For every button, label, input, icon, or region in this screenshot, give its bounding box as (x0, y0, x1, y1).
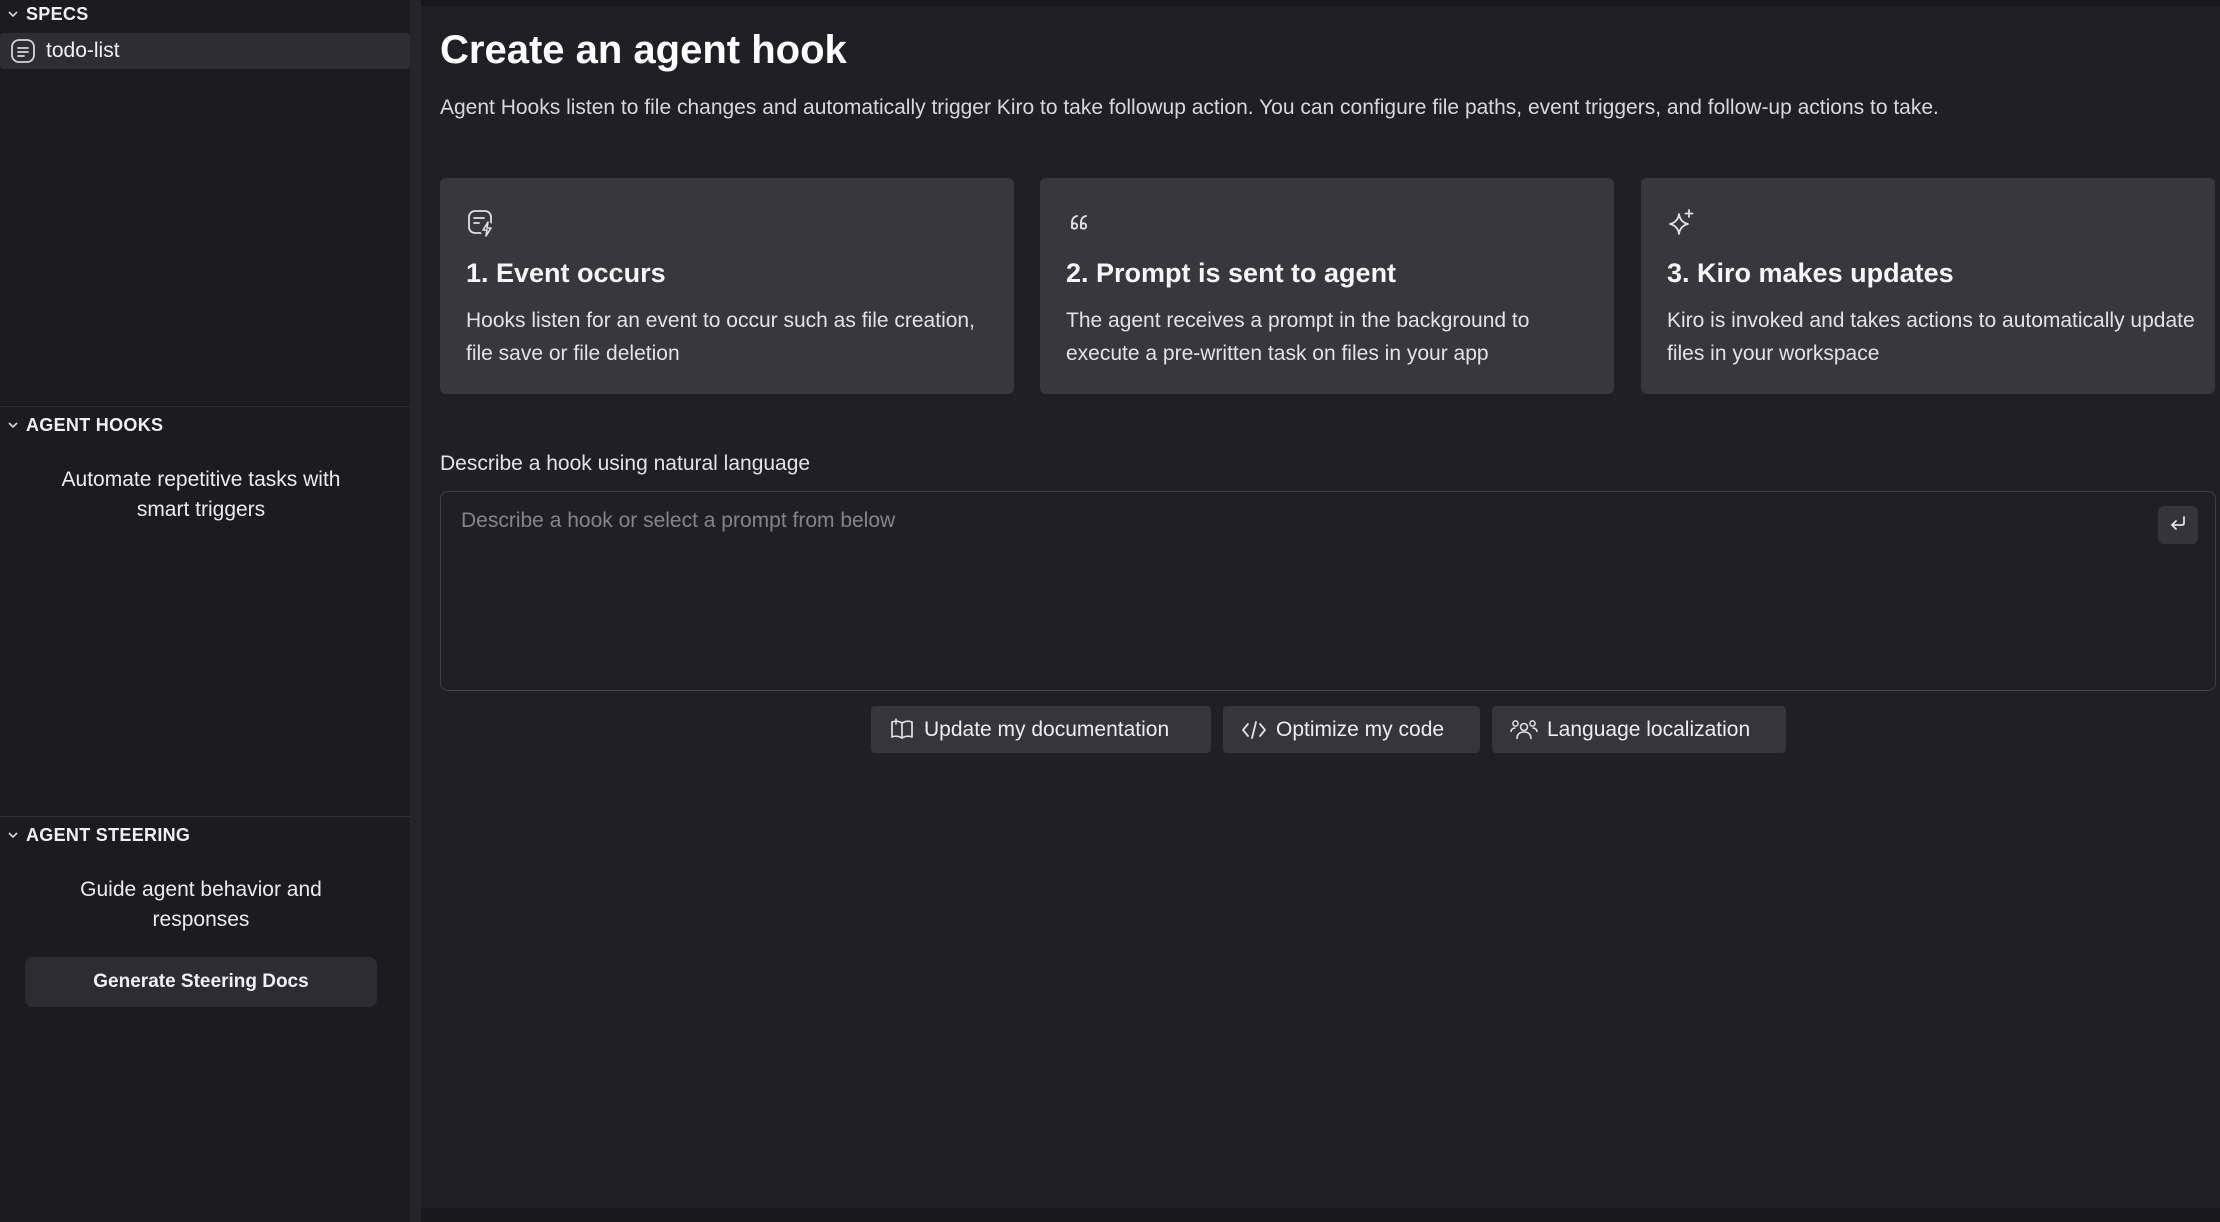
chevron-down-icon (0, 8, 26, 20)
sidebar: SPECS todo-list AGENT HOOKS Automate rep… (0, 0, 410, 1222)
agent-steering-section-title: AGENT STEERING (26, 824, 191, 845)
suggestion-label: Optimize my code (1276, 717, 1445, 741)
suggestion-update-documentation-button[interactable]: Update my documentation (871, 706, 1211, 753)
step-card-event: 1. Event occurs Hooks listen for an even… (440, 178, 1014, 394)
suggestion-label: Language localization (1547, 717, 1751, 741)
sidebar-resize-handle[interactable] (410, 0, 421, 1222)
book-icon (889, 717, 915, 742)
hook-description-container (440, 491, 2216, 691)
app-window: SPECS todo-list AGENT HOOKS Automate rep… (0, 0, 2220, 1222)
sidebar-item-label: todo-list (46, 39, 120, 62)
section-divider (0, 406, 410, 407)
card-body: The agent receives a prompt in the backg… (1066, 309, 1530, 365)
agent-steering-empty-message: Guide agent behavior and responses (80, 878, 322, 931)
step-card-prompt: 2. Prompt is sent to agent The agent rec… (1040, 178, 1614, 394)
code-icon (1241, 719, 1267, 741)
specs-section-title: SPECS (26, 3, 89, 24)
card-title: 2. Prompt is sent to agent (1066, 258, 1397, 288)
main-panel: Create an agent hook Agent Hooks listen … (421, 6, 2220, 1208)
page-description: Agent Hooks listen to file changes and a… (440, 96, 1939, 119)
quote-icon (1066, 208, 1096, 238)
agent-steering-section-header[interactable]: AGENT STEERING (0, 821, 190, 849)
generate-steering-docs-button[interactable]: Generate Steering Docs (25, 957, 377, 1007)
hook-input-label: Describe a hook using natural language (440, 452, 811, 475)
section-divider (0, 816, 410, 817)
document-lines-icon (0, 38, 46, 64)
suggestion-language-localization-button[interactable]: Language localization (1492, 706, 1786, 753)
users-icon (1510, 718, 1538, 742)
bottom-edge (421, 1208, 2220, 1222)
agent-hooks-section-header[interactable]: AGENT HOOKS (0, 411, 163, 439)
chevron-down-icon (0, 829, 26, 841)
card-body: Kiro is invoked and takes actions to aut… (1667, 309, 2195, 365)
chevron-down-icon (0, 419, 26, 431)
hook-description-input[interactable] (441, 492, 2215, 690)
sparkle-icon (1667, 208, 1697, 238)
submit-button[interactable] (2158, 506, 2198, 544)
suggestion-label: Update my documentation (924, 717, 1170, 741)
suggestion-optimize-code-button[interactable]: Optimize my code (1223, 706, 1480, 753)
agent-hooks-section-title: AGENT HOOKS (26, 414, 164, 435)
card-body: Hooks listen for an event to occur such … (466, 309, 975, 365)
agent-hooks-empty-message: Automate repetitive tasks with smart tri… (61, 468, 341, 521)
enter-return-icon (2168, 515, 2188, 536)
specs-section-header[interactable]: SPECS (0, 0, 89, 28)
step-card-updates: 3. Kiro makes updates Kiro is invoked an… (1641, 178, 2215, 394)
card-title: 3. Kiro makes updates (1667, 258, 1954, 288)
sidebar-item-todo-list[interactable]: todo-list (0, 33, 410, 69)
card-title: 1. Event occurs (466, 258, 666, 288)
page-title: Create an agent hook (440, 28, 847, 72)
event-trigger-icon (466, 208, 496, 238)
